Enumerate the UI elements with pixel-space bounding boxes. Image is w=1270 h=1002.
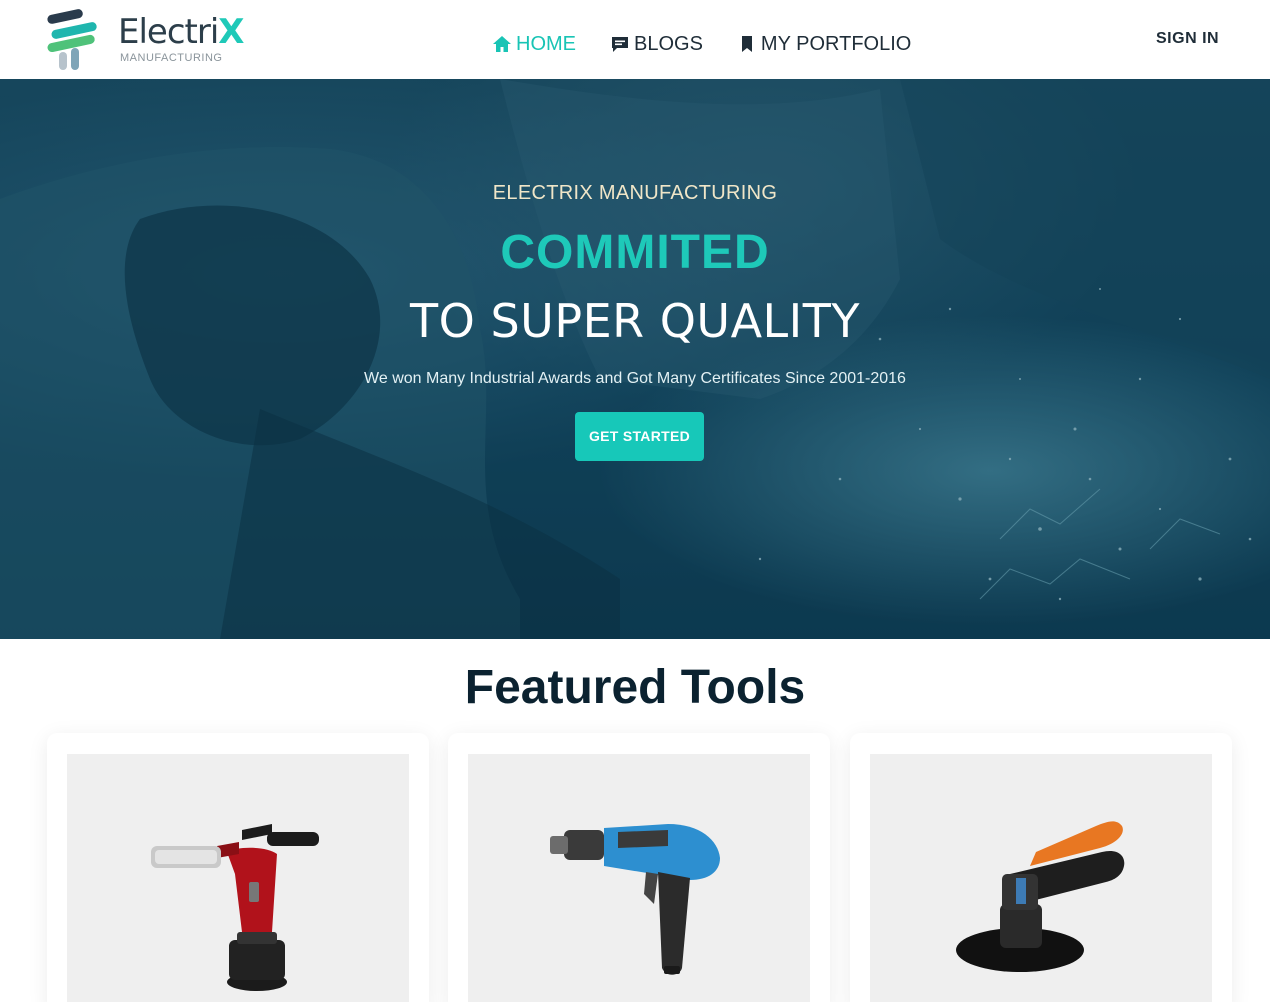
nav-item-portfolio[interactable]: MY PORTFOLIO — [737, 33, 911, 56]
nav-label-portfolio: MY PORTFOLIO — [760, 32, 912, 55]
logo-mark-icon — [47, 9, 97, 70]
tool-card[interactable] — [448, 733, 830, 1002]
hero-overlay — [0, 79, 1270, 639]
featured-tools-heading: Featured Tools — [464, 661, 806, 714]
nav-label-blogs: BLOGS — [634, 32, 703, 55]
nav-item-blogs[interactable]: BLOGS — [610, 33, 703, 56]
main-nav: HOME BLOGS MY PORTFOLIO — [492, 30, 945, 58]
hero-subtitle: TO SUPER QUALITY — [410, 294, 860, 348]
home-icon — [493, 36, 511, 52]
brand-logo[interactable]: ElectriX MANUFACTURING — [45, 8, 260, 72]
tool-card[interactable] — [47, 733, 429, 1002]
site-header: ElectriX MANUFACTURING HOME BLOGS MY POR… — [0, 0, 1270, 79]
sign-in-link[interactable]: SIGN IN — [1156, 30, 1219, 48]
tool-image-frame — [468, 754, 810, 1002]
air-drill-image — [550, 824, 720, 975]
rivet-tool-image — [151, 824, 319, 991]
hero-banner: ELECTRIX MANUFACTURING COMMITED TO SUPER… — [0, 79, 1270, 639]
get-started-button[interactable]: GET STARTED — [575, 412, 704, 461]
hero-title: COMMITED — [500, 226, 770, 279]
angle-sander-image — [956, 821, 1125, 972]
hero-eyebrow: ELECTRIX MANUFACTURING — [492, 182, 778, 204]
tool-image-frame — [870, 754, 1212, 1002]
tool-card[interactable] — [850, 733, 1232, 1002]
tool-image-frame — [67, 754, 409, 1002]
nav-label-home: HOME — [516, 32, 576, 55]
chat-icon — [612, 37, 628, 52]
bookmark-icon — [741, 36, 752, 52]
nav-item-home[interactable]: HOME — [492, 33, 576, 56]
logo-wordmark: ElectriX — [118, 12, 245, 52]
logo-tagline: MANUFACTURING — [120, 52, 223, 64]
hero-description: We won Many Industrial Awards and Got Ma… — [364, 370, 906, 387]
